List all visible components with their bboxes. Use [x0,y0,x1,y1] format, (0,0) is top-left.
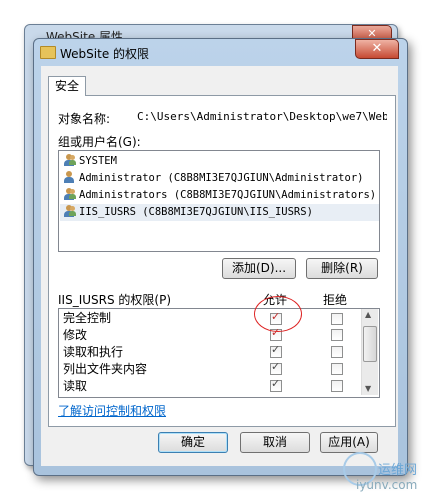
groups-label: 组或用户名(G): [58,135,141,149]
permission-row: 修改 [63,328,88,342]
list-item[interactable]: Administrators (C8B8MI3E7QJGIUN\Administ… [63,187,376,204]
allow-read-checkbox[interactable] [270,377,282,392]
add-button[interactable]: 添加(D)... [222,258,296,279]
deny-full-control-checkbox[interactable] [331,313,343,325]
group-icon [63,205,76,217]
groups-list[interactable]: SYSTEM Administrator (C8B8MI3E7QJGIUN\Ad… [58,150,380,252]
allow-list-folder-checkbox[interactable] [270,360,282,375]
scrollbar-thumb[interactable] [363,326,377,362]
dialog-title: WebSite 的权限 [60,47,150,61]
scroll-down-icon[interactable]: ▼ [365,384,371,393]
cancel-button[interactable]: 取消 [240,432,310,453]
folder-icon [40,46,56,59]
group-icon [63,154,76,166]
allow-read-execute-checkbox[interactable] [270,343,282,358]
tab-security[interactable]: 安全 [48,76,86,96]
watermark-domain: iyunv.com [356,478,418,492]
permission-row: 完全控制 [63,311,112,325]
remove-button[interactable]: 删除(R) [306,258,378,279]
list-item-selected[interactable]: IIS_IUSRS (C8B8MI3E7QJGIUN\IIS_IUSRS) [60,204,379,221]
object-name-label: 对象名称: [58,112,111,126]
list-item[interactable]: Administrator (C8B8MI3E7QJGIUN\Administr… [63,170,363,187]
permission-row: 读取和执行 [63,345,124,359]
close-button[interactable]: ✕ [355,39,399,59]
deny-modify-checkbox[interactable] [331,329,343,341]
user-icon [63,171,76,183]
permission-row: 读取 [63,379,88,393]
access-control-help-link[interactable]: 了解访问控制和权限 [58,402,166,419]
scroll-up-icon[interactable]: ▲ [365,310,371,319]
object-name-value: C:\Users\Administrator\Desktop\we7\WebSi [137,110,387,123]
deny-list-folder-checkbox[interactable] [331,363,343,375]
annotation-circle [254,296,302,332]
apply-button[interactable]: 应用(A) [320,432,378,453]
permission-row: 列出文件夹内容 [63,362,148,376]
deny-read-execute-checkbox[interactable] [331,346,343,358]
watermark-text: 运维网 [378,463,418,478]
permissions-label: IIS_IUSRS 的权限(P) [58,293,172,307]
ok-button[interactable]: 确定 [158,432,228,453]
deny-read-checkbox[interactable] [331,380,343,392]
deny-column-header: 拒绝 [323,293,348,307]
list-item[interactable]: SYSTEM [63,153,117,170]
group-icon [63,188,76,200]
